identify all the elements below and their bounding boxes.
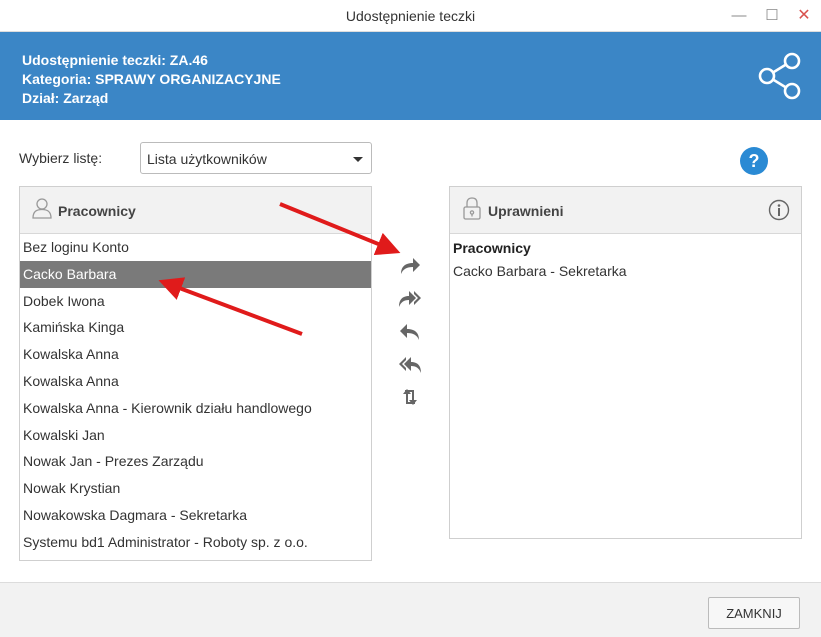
list-item[interactable]: Cacko Barbara: [20, 260, 371, 288]
list-item[interactable]: Kowalska Anna: [20, 341, 371, 368]
authorized-panel-title: Uprawnieni: [488, 203, 564, 219]
list-item[interactable]: Nowak Krystian: [20, 475, 371, 502]
list-item[interactable]: Nowakowska Dagmara - Sekretarka: [20, 502, 371, 529]
move-all-right-button[interactable]: [396, 287, 424, 311]
employees-panel-header: Pracownicy: [20, 187, 371, 234]
swap-button[interactable]: [396, 385, 424, 409]
list-item[interactable]: Bez loginu Konto: [20, 234, 371, 261]
folder-info-banner: Udostępnienie teczki: ZA.46 Kategoria: S…: [0, 32, 821, 120]
move-all-right-icon: [399, 291, 421, 307]
move-right-icon: [401, 258, 420, 274]
folder-category: Kategoria: SPRAWY ORGANIZACYJNE: [22, 71, 281, 87]
info-icon[interactable]: [768, 199, 790, 221]
list-item[interactable]: Dobek Iwona: [20, 288, 371, 315]
minimize-button[interactable]: —: [727, 4, 751, 26]
authorized-list: Pracownicy Cacko Barbara - Sekretarka: [453, 241, 627, 279]
close-window-button[interactable]: ✕: [792, 4, 816, 26]
list-item[interactable]: Cacko Barbara - Sekretarka: [453, 263, 627, 279]
move-all-left-button[interactable]: [396, 353, 424, 377]
swap-icon: [403, 389, 417, 405]
list-item[interactable]: Kowalska Anna - Kierownik działu handlow…: [20, 395, 371, 422]
move-left-button[interactable]: [396, 320, 424, 344]
maximize-button[interactable]: ☐: [760, 4, 784, 26]
list-item[interactable]: Kowalski Jan: [20, 422, 371, 449]
user-icon: [32, 198, 52, 219]
list-selector-value: Lista użytkowników: [147, 151, 267, 167]
move-left-icon: [400, 324, 419, 340]
list-item[interactable]: Nowak Jan - Prezes Zarządu: [20, 448, 371, 475]
folder-name: Udostępnienie teczki: ZA.46: [22, 52, 208, 68]
help-icon[interactable]: ?: [740, 147, 768, 175]
lock-icon: [463, 197, 481, 220]
list-item[interactable]: Systemu bd1 Administrator - Roboty sp. z…: [20, 529, 371, 556]
employees-list: Bez loginu Konto Cacko Barbara Dobek Iwona…: [20, 234, 371, 556]
share-icon[interactable]: [756, 52, 804, 100]
move-right-button[interactable]: [396, 254, 424, 278]
authorized-panel: Uprawnieni Pracownicy Cacko Barbara - Se…: [449, 186, 802, 539]
list-item[interactable]: Kamińska Kinga: [20, 314, 371, 341]
window-title: Udostępnienie teczki: [345, 8, 476, 24]
caret-down-icon: [353, 157, 363, 162]
authorized-panel-header: Uprawnieni: [450, 187, 801, 234]
list-selector-dropdown[interactable]: Lista użytkowników: [140, 142, 372, 174]
title-bar: Udostępnienie teczki — ☐ ✕: [0, 0, 821, 32]
folder-department: Dział: Zarząd: [22, 90, 109, 106]
dialog-footer: ZAMKNIJ: [0, 582, 821, 637]
close-button[interactable]: ZAMKNIJ: [708, 597, 800, 629]
move-all-left-icon: [399, 357, 421, 373]
list-item[interactable]: Kowalska Anna: [20, 368, 371, 395]
employees-panel: Pracownicy Bez loginu Konto Cacko Barbara…: [19, 186, 372, 561]
authorized-group-label: Pracownicy: [453, 240, 531, 256]
list-selector-label: Wybierz listę:: [19, 150, 103, 166]
employees-panel-title: Pracownicy: [58, 203, 136, 219]
